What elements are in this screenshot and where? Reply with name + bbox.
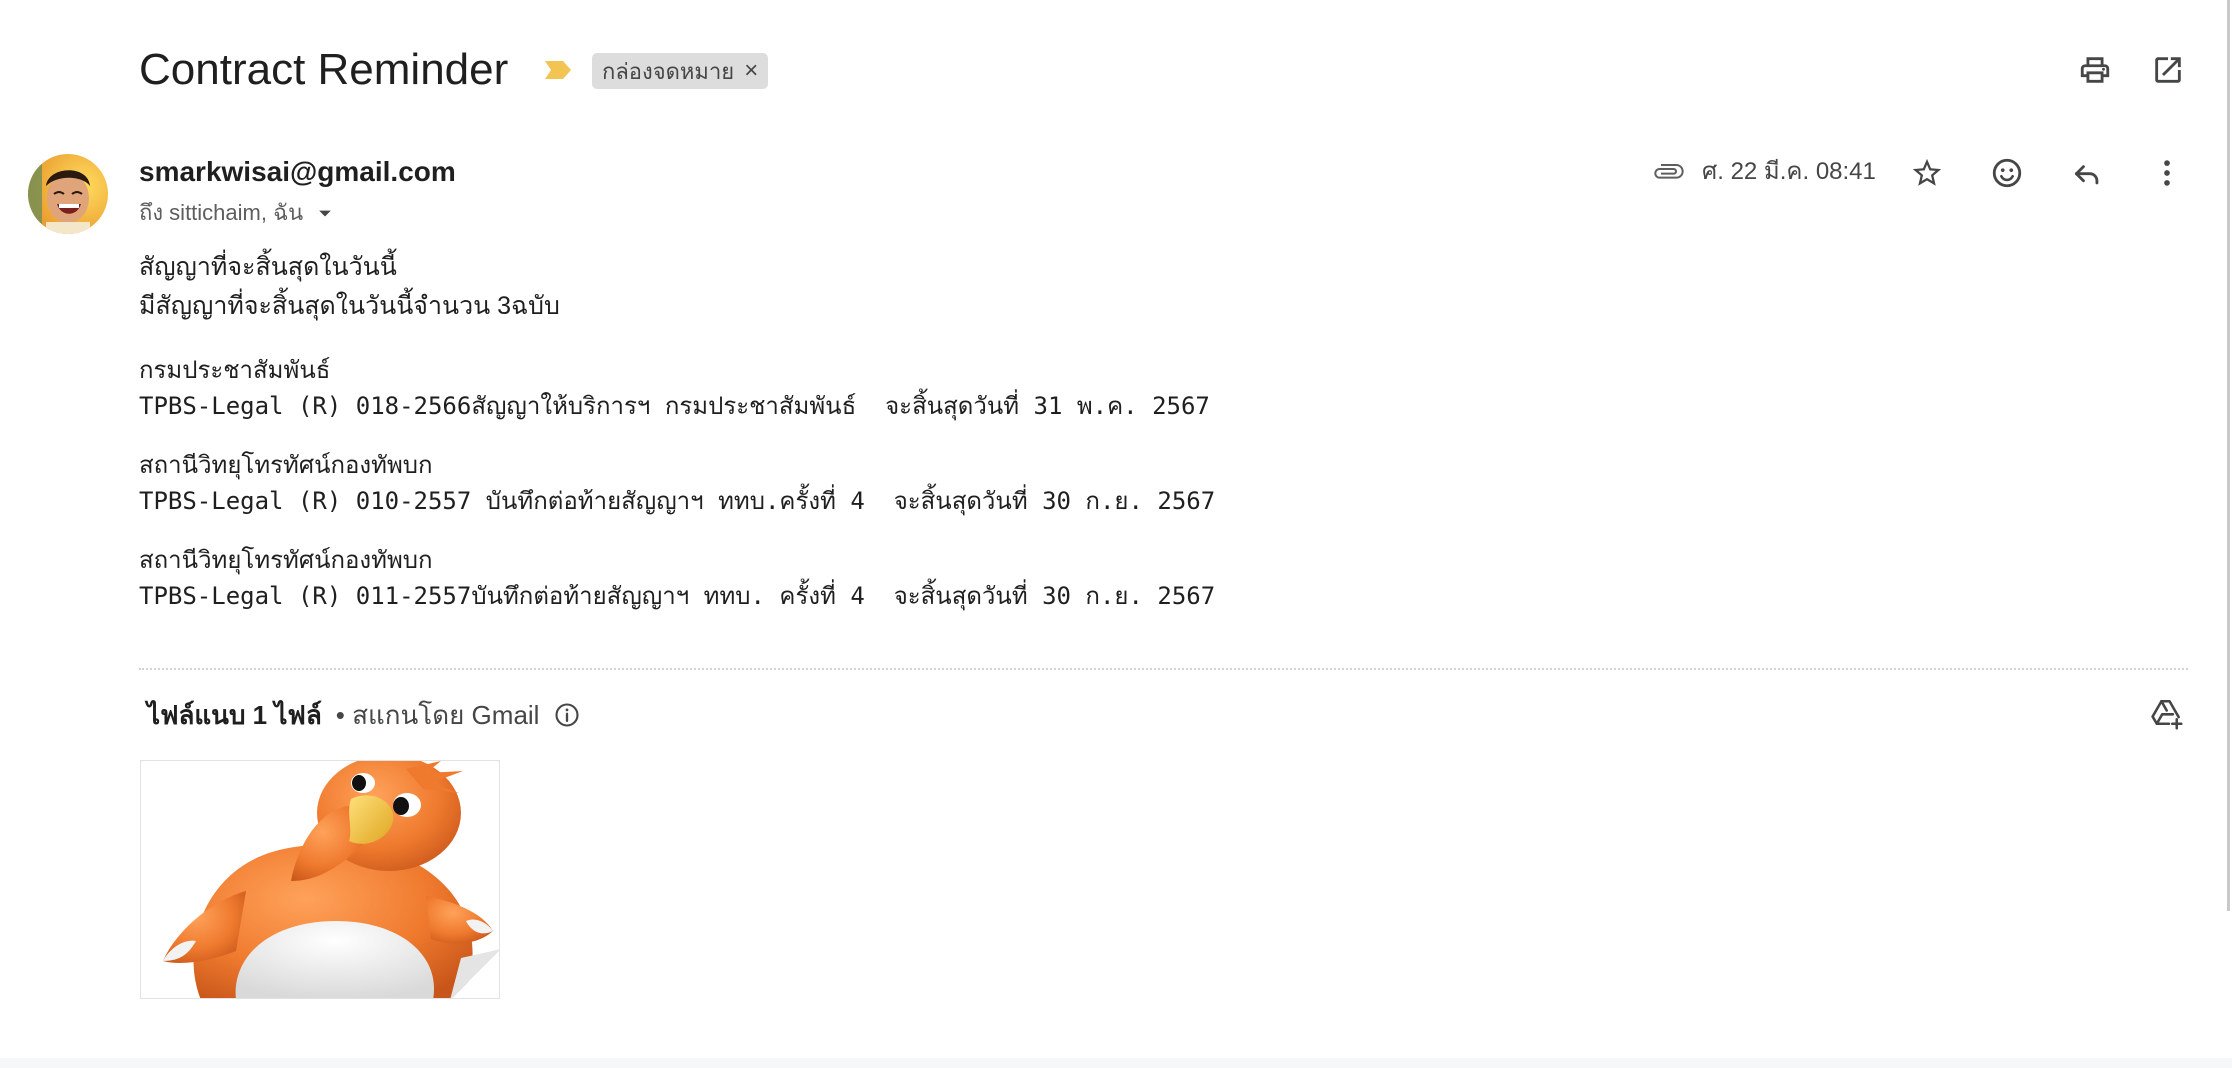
attachments-header: ไฟล์แนบ 1 ไฟล์ • สแกนโดย Gmail: [147, 697, 581, 733]
message-body-intro: สัญญาที่จะสิ้นสุดในวันนี้ มีสัญญาที่จะสิ…: [139, 248, 560, 326]
reply-icon[interactable]: [2070, 156, 2104, 190]
contract-agency: สถานีวิทยุโทรทัศน์กองทัพบก: [139, 546, 433, 574]
contract-item: สถานีวิทยุโทรทัศน์กองทัพบก TPBS-Legal (R…: [139, 542, 1215, 614]
open-in-new-window-button[interactable]: [2144, 46, 2192, 94]
importance-marker-button[interactable]: [545, 61, 571, 79]
scan-info-button[interactable]: [553, 701, 581, 729]
add-reaction-button[interactable]: [1983, 149, 2031, 197]
attachments-divider: [139, 668, 2188, 670]
contract-agency: สถานีวิทยุโทรทัศน์กองทัพบก: [139, 451, 433, 479]
add-all-to-drive-button[interactable]: [2143, 690, 2191, 738]
info-icon[interactable]: [553, 701, 581, 729]
bottom-edge: [0, 1058, 2232, 1068]
print-icon[interactable]: [2078, 53, 2112, 87]
star-icon[interactable]: [1910, 156, 1944, 190]
message-date: ศ. 22 มี.ค. 08:41: [1702, 158, 1876, 185]
scrollbar[interactable]: [2227, 0, 2230, 911]
attachment-thumbnail-image[interactable]: [141, 761, 500, 999]
add-to-drive-icon[interactable]: [2149, 696, 2185, 732]
contract-list: กรมประชาสัมพันธ์ TPBS-Legal (R) 018-2566…: [139, 352, 1215, 637]
contract-item: กรมประชาสัมพันธ์ TPBS-Legal (R) 018-2566…: [139, 352, 1215, 424]
add-reaction-icon[interactable]: [1990, 156, 2024, 190]
sender-email[interactable]: smarkwisai@gmail.com: [139, 152, 456, 192]
scanned-by-gmail-note: • สแกนโดย Gmail: [335, 700, 540, 730]
attachment-indicator: [1652, 156, 1686, 188]
attachment-thumbnail-card[interactable]: [140, 760, 500, 999]
sender-avatar[interactable]: [28, 154, 108, 234]
label-chip-text: กล่องจดหมาย: [602, 58, 735, 84]
recipients-text: ถึง sittichaim, ฉัน: [139, 200, 304, 225]
attachments-count: ไฟล์แนบ 1 ไฟล์: [147, 700, 322, 730]
recipients-row: ถึง sittichaim, ฉัน: [139, 197, 339, 229]
remove-label-button[interactable]: ×: [744, 59, 758, 83]
body-title-line: มีสัญญาที่จะสิ้นสุดในวันนี้จำนวน 3ฉบับ: [139, 292, 560, 320]
contract-detail: TPBS-Legal (R) 011-2557บันทึกต่อท้ายสัญญ…: [139, 582, 1216, 610]
more-options-button[interactable]: [2143, 149, 2191, 197]
label-chip-inbox: กล่องจดหมาย ×: [592, 53, 769, 89]
body-title-line: สัญญาที่จะสิ้นสุดในวันนี้: [139, 253, 397, 281]
print-all-button[interactable]: [2071, 46, 2119, 94]
contract-agency: กรมประชาสัมพันธ์: [139, 356, 331, 384]
star-button[interactable]: [1903, 149, 1951, 197]
email-subject: Contract Reminder: [139, 45, 509, 94]
contract-detail: TPBS-Legal (R) 018-2566สัญญาให้บริการฯ ก…: [139, 392, 1210, 420]
contract-detail: TPBS-Legal (R) 010-2557 บันทึกต่อท้ายสัญ…: [139, 487, 1216, 515]
avatar-photo[interactable]: [28, 154, 108, 234]
importance-marker-icon[interactable]: [545, 61, 571, 79]
contract-item: สถานีวิทยุโทรทัศน์กองทัพบก TPBS-Legal (R…: [139, 447, 1215, 519]
reply-button[interactable]: [2063, 149, 2111, 197]
arrow-drop-down-icon[interactable]: [311, 199, 339, 227]
show-details-button[interactable]: [311, 199, 339, 227]
more-vert-icon[interactable]: [2150, 156, 2184, 190]
paperclip-icon: [1654, 164, 1684, 179]
open-in-new-icon[interactable]: [2151, 53, 2185, 87]
